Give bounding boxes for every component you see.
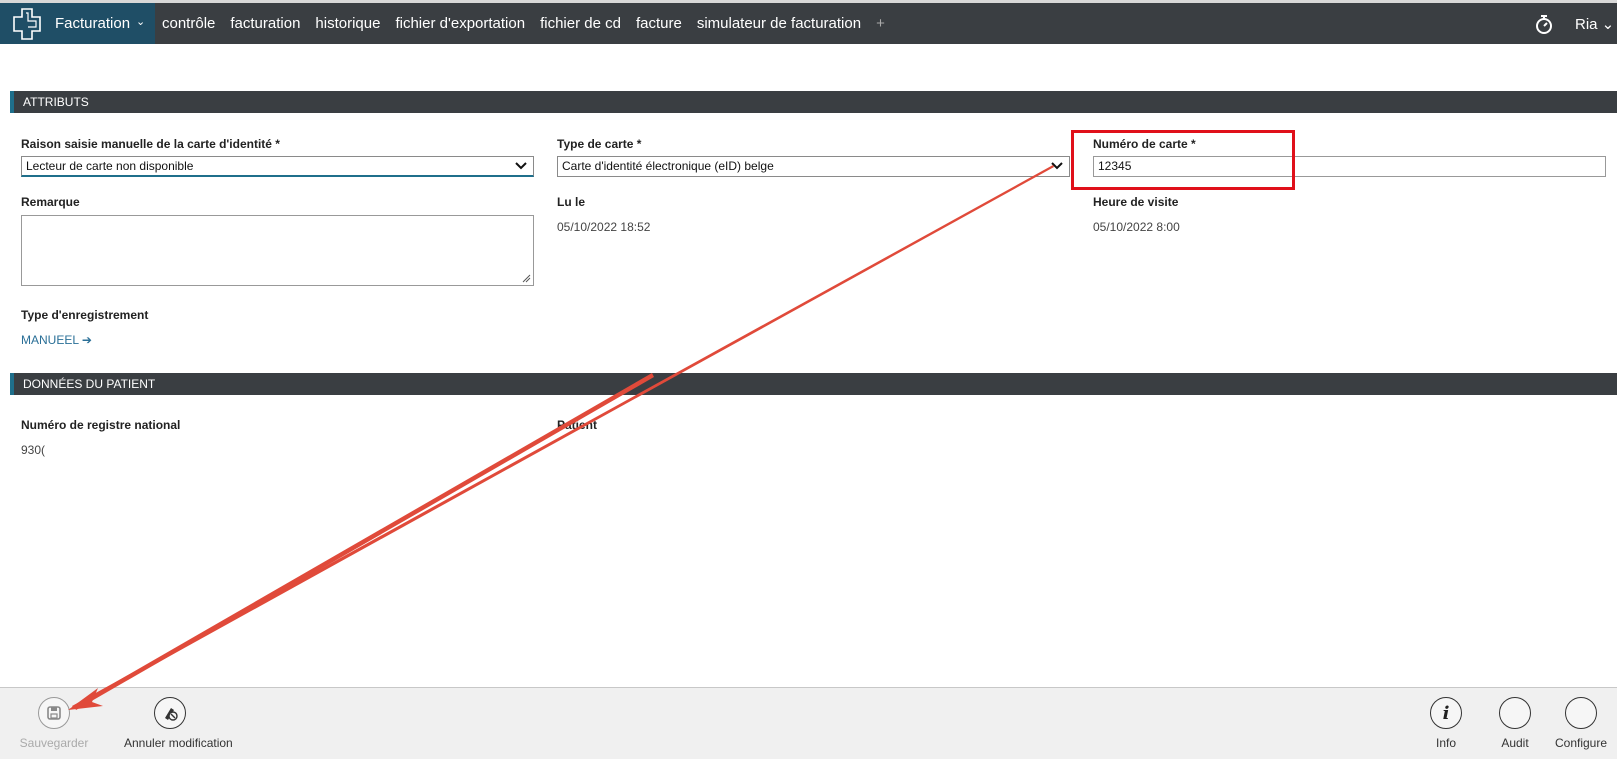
resize-handle-icon[interactable] (521, 273, 531, 283)
chevron-down-icon (515, 162, 527, 170)
top-navigation-bar: Facturation ⌄ contrôle facturation histo… (0, 0, 1617, 44)
bottom-toolbar: Sauvegarder Annuler modification i Info … (0, 687, 1617, 759)
chevron-down-icon: ⌄ (136, 16, 146, 28)
annotation-highlight-box (1071, 130, 1295, 190)
save-button[interactable]: Sauvegarder (9, 688, 99, 750)
audit-button[interactable]: Audit (1485, 688, 1545, 750)
section-header-attributs: ATTRIBUTS (10, 91, 1617, 113)
section-header-patient: DONNÉES DU PATIENT (10, 373, 1617, 395)
lu-le-value: 05/10/2022 18:52 (557, 220, 651, 234)
cancel-label: Annuler modification (124, 736, 233, 750)
user-menu[interactable]: Ria ⌄ (1575, 15, 1614, 33)
info-button[interactable]: i Info (1416, 688, 1476, 750)
audit-icon (1499, 697, 1531, 729)
add-tab-button[interactable]: + (876, 15, 885, 32)
remarque-label: Remarque (21, 195, 80, 209)
module-selector[interactable]: Facturation ⌄ (0, 3, 155, 44)
type-carte-label: Type de carte * (557, 137, 642, 151)
lu-le-label: Lu le (557, 195, 586, 209)
raison-select-value: Lecteur de carte non disponible (26, 159, 194, 173)
type-carte-select[interactable]: Carte d'identité électronique (eID) belg… (557, 156, 1070, 177)
stopwatch-icon[interactable] (1534, 13, 1554, 35)
cancel-modification-button[interactable]: Annuler modification (124, 688, 233, 750)
heure-visite-label: Heure de visite (1093, 195, 1179, 209)
nav-item-simulateur[interactable]: simulateur de facturation (697, 15, 861, 32)
configure-button[interactable]: Configure (1548, 688, 1614, 750)
remarque-textarea[interactable] (21, 215, 534, 286)
configure-label: Configure (1554, 736, 1608, 750)
nav-item-fichier-cd[interactable]: fichier de cd (540, 15, 621, 32)
configure-icon (1565, 697, 1597, 729)
cancel-edit-icon (165, 708, 178, 721)
main-nav: contrôle facturation historique fichier … (162, 15, 885, 32)
heure-visite-value: 05/10/2022 8:00 (1093, 220, 1180, 234)
nav-item-controle[interactable]: contrôle (162, 15, 215, 32)
nav-item-fichier-exportation[interactable]: fichier d'exportation (395, 15, 525, 32)
save-icon (47, 706, 61, 720)
app-logo-icon (13, 8, 41, 40)
type-carte-select-value: Carte d'identité électronique (eID) belg… (562, 159, 774, 173)
module-name: Facturation (55, 15, 131, 32)
nav-item-facture[interactable]: facture (636, 15, 682, 32)
type-enregistrement-label: Type d'enregistrement (21, 308, 149, 322)
info-icon: i (1442, 702, 1450, 724)
raison-label: Raison saisie manuelle de la carte d'ide… (21, 137, 280, 151)
info-label: Info (1435, 736, 1456, 750)
type-enregistrement-link[interactable]: MANUEEL ➔ (21, 333, 92, 347)
chevron-down-icon (1051, 162, 1063, 170)
nav-item-historique[interactable]: historique (315, 15, 380, 32)
raison-select[interactable]: Lecteur de carte non disponible (21, 156, 534, 177)
save-label: Sauvegarder (19, 736, 89, 750)
registre-national-label: Numéro de registre national (21, 418, 181, 432)
registre-national-value: 930( (21, 443, 46, 457)
audit-label: Audit (1501, 736, 1529, 750)
nav-item-facturation[interactable]: facturation (230, 15, 300, 32)
patient-label: Patient (557, 418, 598, 432)
